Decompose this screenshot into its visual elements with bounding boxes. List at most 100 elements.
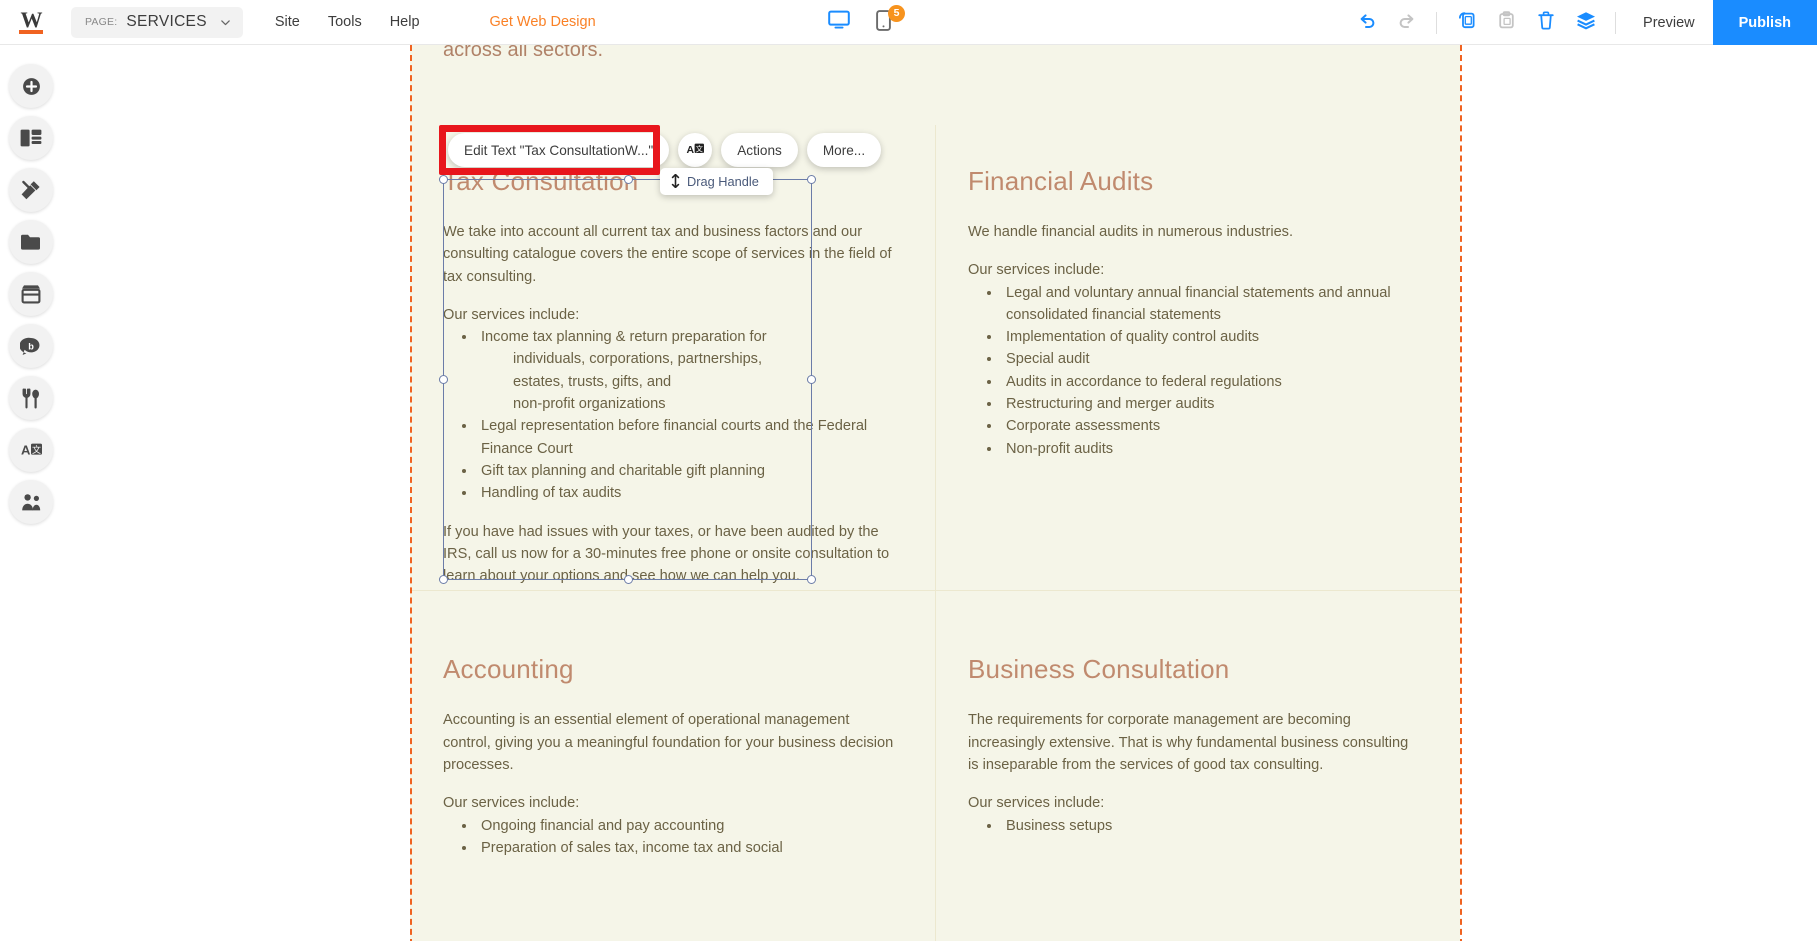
- main-menu: Site Tools Help: [261, 8, 434, 36]
- service-card-accounting[interactable]: Accounting Accounting is an essential el…: [410, 613, 935, 869]
- service-card-business-consultation[interactable]: Business Consultation The requirements f…: [935, 613, 1460, 869]
- copy-button[interactable]: [1449, 6, 1483, 40]
- layers-icon: [1575, 10, 1597, 35]
- menu-item-help[interactable]: Help: [376, 8, 434, 36]
- card-title: Financial Audits: [968, 166, 1154, 196]
- toolbar-divider-2: [1615, 11, 1617, 34]
- edit-text-button[interactable]: Edit Text "Tax ConsultationW...": [448, 133, 670, 167]
- svg-text:A: A: [21, 443, 31, 458]
- paint-tools-icon: [20, 179, 42, 201]
- drag-handle-tooltip[interactable]: Drag Handle: [660, 168, 773, 195]
- get-web-design-link[interactable]: Get Web Design: [490, 14, 596, 30]
- editor-actions: Preview Publish: [1347, 0, 1817, 45]
- list-item: Income tax planning & return preparation…: [477, 326, 897, 415]
- text-format-button[interactable]: A 文: [678, 133, 713, 167]
- list-item: Handling of tax audits: [477, 482, 897, 504]
- sidebar-item-store[interactable]: [9, 272, 53, 316]
- trash-icon: [1536, 10, 1556, 36]
- more-button[interactable]: More...: [806, 133, 882, 167]
- list-item: Implementation of quality control audits: [1002, 326, 1422, 348]
- card-bullet-list: Business setups: [1002, 815, 1422, 837]
- list-item: Non-profit audits: [1002, 438, 1422, 460]
- card-services-label: Our services include:: [443, 795, 580, 812]
- sidebar-item-members[interactable]: [9, 480, 53, 524]
- desktop-view-button[interactable]: [826, 10, 852, 36]
- publish-button[interactable]: Publish: [1712, 0, 1817, 45]
- desktop-icon: [828, 10, 850, 35]
- paste-button[interactable]: [1489, 6, 1523, 40]
- menu-item-tools[interactable]: Tools: [314, 8, 376, 36]
- list-item: Corporate assessments: [1002, 415, 1422, 437]
- redo-icon: [1397, 10, 1417, 35]
- copy-icon: [1456, 10, 1477, 36]
- menu-item-site[interactable]: Site: [261, 8, 314, 36]
- bullet-subline: non-profit organizations: [513, 396, 666, 413]
- mobile-view-button[interactable]: 5: [870, 4, 905, 36]
- device-switcher: 5: [826, 0, 905, 45]
- list-item: Special audit: [1002, 348, 1422, 370]
- fork-spoon-icon: [21, 388, 41, 409]
- list-item: Legal representation before financial co…: [477, 415, 897, 460]
- card-bullet-list: Ongoing financial and pay accounting Pre…: [477, 815, 897, 860]
- sidebar-item-media[interactable]: [9, 220, 53, 264]
- logo-underline: [19, 30, 43, 34]
- card-paragraph: We take into account all current tax and…: [443, 224, 892, 285]
- list-item: Preparation of sales tax, income tax and…: [477, 837, 897, 859]
- paste-icon: [1496, 10, 1517, 36]
- sidebar-item-widgets[interactable]: [9, 116, 53, 160]
- sidebar-item-blog[interactable]: b: [9, 324, 53, 368]
- sidebar-item-add[interactable]: [9, 64, 53, 108]
- card-bullet-list: Legal and voluntary annual financial sta…: [1002, 282, 1422, 460]
- page-selector-label: PAGE:: [85, 16, 118, 28]
- card-services-label: Our services include:: [968, 795, 1105, 812]
- editor-canvas[interactable]: across all sectors. Tax Consultation We …: [62, 45, 1817, 941]
- text-format-icon: A 文: [686, 142, 705, 159]
- svg-text:文: 文: [31, 444, 40, 455]
- top-toolbar: W PAGE: SERVICES Site Tools Help Get Web…: [0, 0, 1817, 45]
- service-card-financial-audits[interactable]: Financial Audits We handle financial aud…: [935, 125, 1460, 613]
- guide-line-left: [410, 45, 412, 941]
- intro-paragraph-clipped[interactable]: across all sectors.: [443, 45, 1283, 65]
- sidebar-item-translate[interactable]: A 文: [9, 428, 53, 472]
- mobile-issues-badge[interactable]: 5: [888, 4, 905, 22]
- svg-text:文: 文: [695, 144, 703, 153]
- people-icon: [20, 493, 43, 512]
- sidebar-item-restaurant[interactable]: [9, 376, 53, 420]
- sidebar-item-design[interactable]: [9, 168, 53, 212]
- selection-toolbar: Edit Text "Tax ConsultationW..." A 文 Act…: [448, 133, 882, 167]
- delete-button[interactable]: [1529, 6, 1563, 40]
- toolbar-divider: [1436, 11, 1438, 34]
- logo-letter: W: [20, 7, 43, 33]
- svg-text:A: A: [686, 144, 694, 156]
- guide-line-right: [1460, 45, 1462, 941]
- card-services-label: Our services include:: [443, 306, 580, 323]
- service-card-tax-consultation[interactable]: Tax Consultation We take into account al…: [410, 125, 935, 613]
- card-title: Accounting: [443, 654, 574, 685]
- list-item: Business setups: [1002, 815, 1422, 837]
- app-logo[interactable]: W: [0, 7, 62, 34]
- preview-button[interactable]: Preview: [1625, 0, 1713, 45]
- folder-icon: [20, 233, 42, 251]
- card-closing-paragraph: If you have had issues with your taxes, …: [443, 523, 890, 585]
- list-item: Audits in accordance to federal regulati…: [1002, 371, 1422, 393]
- actions-button[interactable]: Actions: [721, 133, 798, 167]
- bullet-subline: estates, trusts, gifts, and: [513, 373, 672, 390]
- store-icon: [20, 284, 42, 304]
- list-item: Gift tax planning and charitable gift pl…: [477, 460, 897, 482]
- column-divider-top: [935, 125, 936, 590]
- drag-handle-label: Drag Handle: [687, 174, 759, 189]
- svg-text:b: b: [28, 341, 34, 351]
- undo-icon: [1357, 10, 1377, 35]
- blog-bubble-icon: b: [20, 336, 42, 357]
- card-paragraph: Accounting is an essential element of op…: [443, 712, 894, 774]
- card-services-label: Our services include:: [968, 262, 1105, 279]
- bullet-text: Income tax planning & return preparation…: [481, 329, 767, 346]
- redo-button[interactable]: [1390, 6, 1424, 40]
- column-divider-bottom: [935, 590, 936, 941]
- undo-button[interactable]: [1350, 6, 1384, 40]
- up-down-arrow-icon: [671, 173, 680, 190]
- page-selector[interactable]: PAGE: SERVICES: [71, 6, 243, 38]
- card-bullet-list: Income tax planning & return preparation…: [477, 326, 897, 504]
- list-item: Restructuring and merger audits: [1002, 393, 1422, 415]
- layers-button[interactable]: [1569, 6, 1603, 40]
